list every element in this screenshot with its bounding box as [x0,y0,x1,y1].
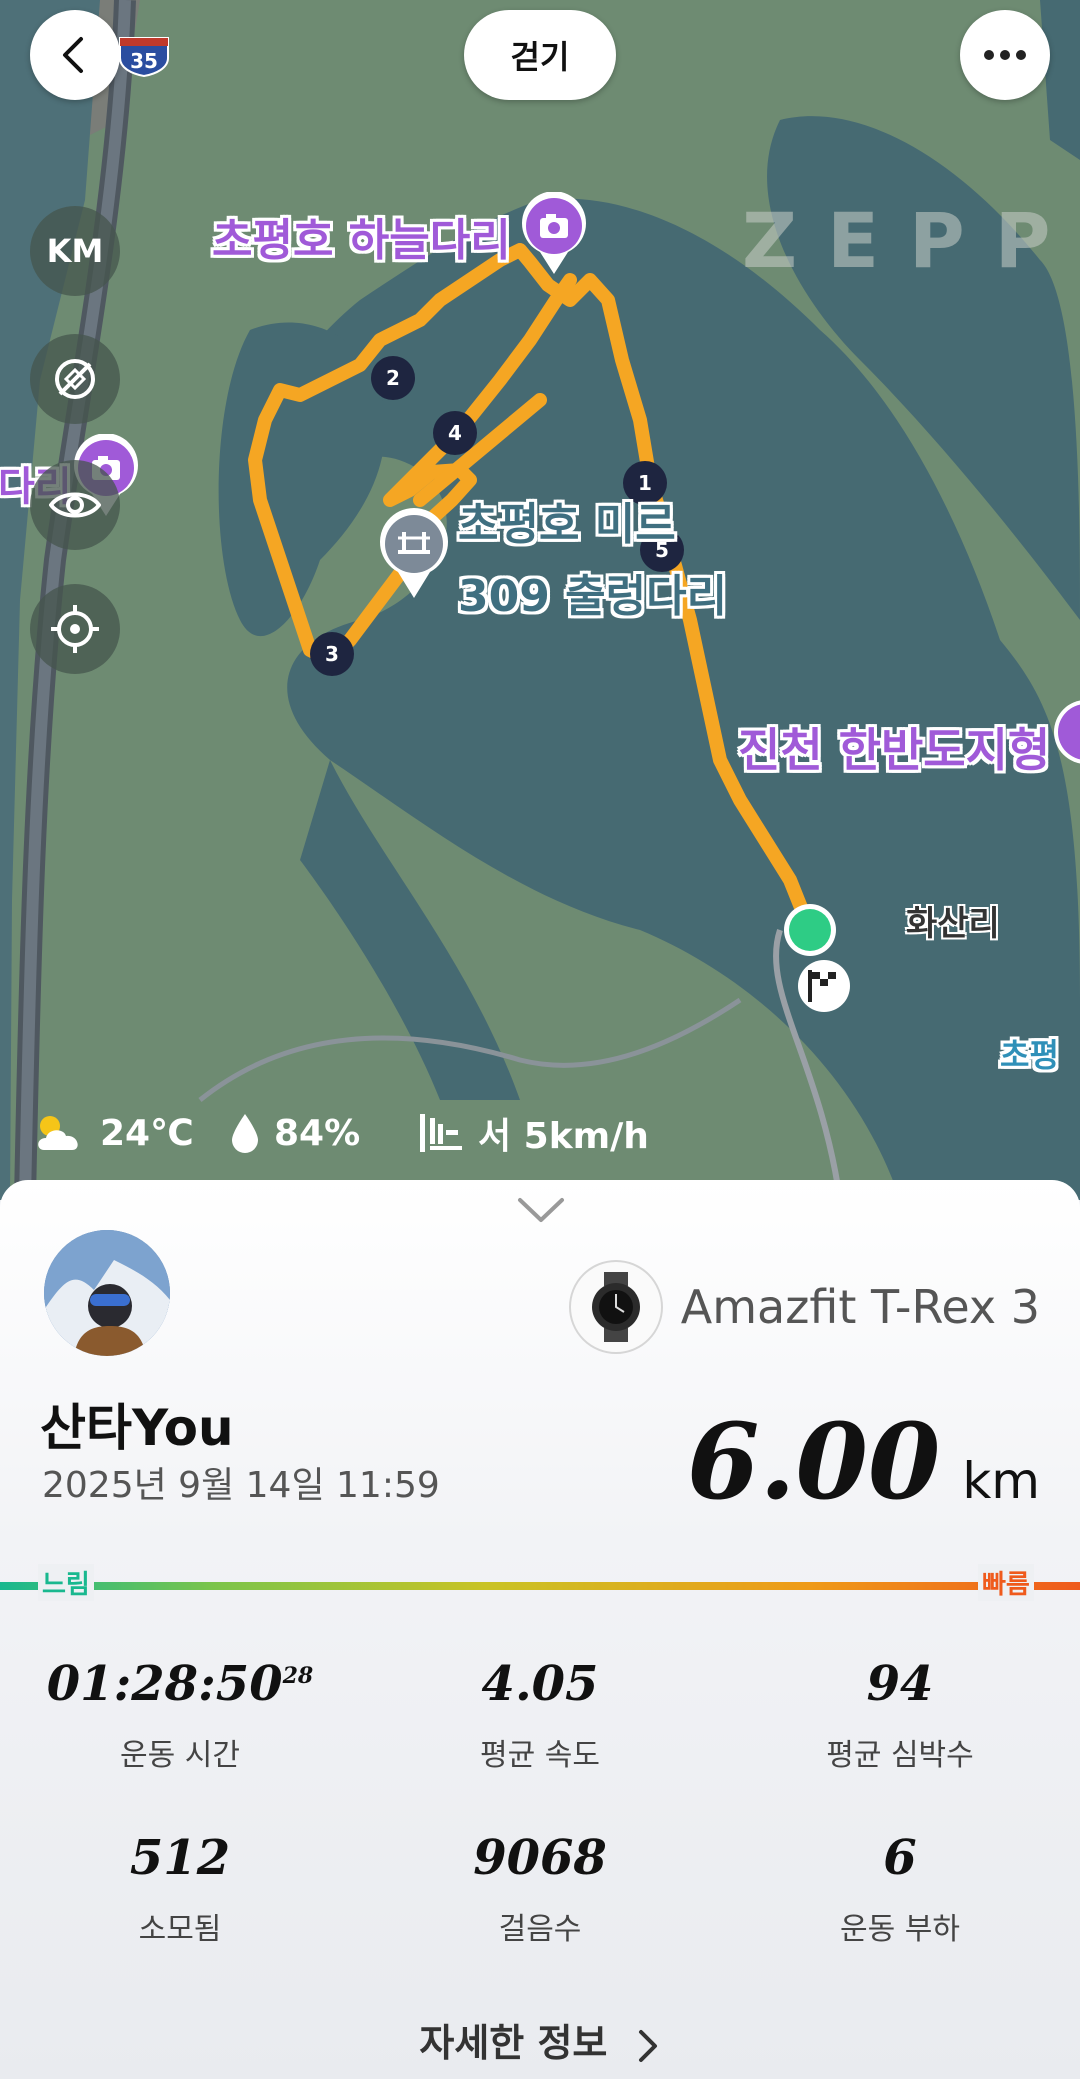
humidity-value: 84% [274,1112,361,1154]
poi-label-mireu-bridge-line2: 309 출렁다리 [458,571,728,622]
hide-route-button[interactable] [30,334,120,424]
back-arrow-icon [63,37,83,73]
weather-temperature: 24℃ [34,1108,194,1158]
more-dots-icon [984,50,1026,60]
stat-training-load-label: 운동 부하 [840,1912,960,1947]
speed-gradient-bar [0,1582,1080,1590]
watch-icon [568,1260,663,1354]
collapse-chevron-icon[interactable] [516,1196,566,1224]
device-name: Amazfit T-Rex 3 [680,1280,1040,1334]
poi-label-mireu-bridge-line1: 초평호 미르 [458,499,676,550]
stat-avg-heart-rate: 94 평균 심박수 [750,1656,1050,1774]
stat-avg-speed-value: 4.05 [481,1656,599,1712]
more-options-button[interactable] [960,10,1050,100]
wind-flag-icon [420,1114,462,1152]
back-button[interactable] [30,10,120,100]
activity-type-pill[interactable]: 걷기 [464,10,616,100]
stat-training-load-value: 6 [883,1830,917,1886]
stat-calories-label: 소모됨 [138,1912,222,1947]
distance-unit: km [962,1452,1040,1510]
stat-steps: 9068 걸음수 [390,1830,690,1948]
camera-poi-icon[interactable] [1052,698,1080,782]
hide-route-icon [55,359,95,399]
zepp-watermark: ZEPP [742,196,1080,285]
weather-wind: 서 5km/h [418,1108,649,1158]
svg-text:2: 2 [386,366,400,390]
stat-duration: 01:28:5028 운동 시간 [30,1656,330,1774]
highway-shield-icon: 35 [119,37,169,78]
map-label-edge: 초평 [1000,1036,1059,1074]
temperature-value: 24℃ [100,1112,194,1154]
stat-duration-value: 01:28:50 [46,1656,283,1712]
distance-value: 6.00 [687,1400,941,1523]
more-details-label: 자세한 정보 [419,2021,608,2065]
svg-text:4: 4 [448,421,462,445]
stat-calories-value: 512 [129,1830,231,1886]
svg-text:3: 3 [325,642,339,666]
stat-duration-label: 운동 시간 [120,1738,240,1773]
speed-slow-label: 느림 [38,1564,94,1601]
stat-avg-speed-label: 평균 속도 [480,1738,600,1773]
svg-text:35: 35 [130,49,158,73]
poi-label-hanbando: 진천 한반도지형 [738,723,1051,777]
partly-cloudy-icon [38,1116,78,1150]
chevron-right-icon [638,2029,657,2062]
more-details-button[interactable]: 자세한 정보 [0,2012,1080,2067]
crosshair-icon [51,605,99,653]
stat-avg-heart-rate-label: 평균 심박수 [826,1738,974,1773]
poi-label-sky-bridge: 초평호 하늘다리 [212,215,511,266]
device-info[interactable]: Amazfit T-Rex 3 [568,1260,1040,1354]
stat-avg-heart-rate-value: 94 [866,1656,934,1712]
activity-date: 2025년 9월 14일 11:59 [42,1465,440,1506]
wind-value: 서 5km/h [478,1116,649,1157]
unit-toggle-button[interactable]: KM [30,206,120,296]
stat-avg-speed: 4.05 평균 속도 [390,1656,690,1774]
humidity-drop-icon [232,1114,258,1153]
locate-button[interactable] [30,584,120,674]
speed-fast-label: 빠름 [978,1564,1034,1601]
bridge-poi-icon[interactable] [378,508,450,600]
avatar[interactable] [44,1230,170,1356]
total-distance: 6.00 km [687,1400,1040,1523]
stat-training-load: 6 운동 부하 [750,1830,1050,1948]
avatar-image [44,1230,170,1356]
camera-poi-icon[interactable] [520,192,588,276]
stat-calories: 512 소모됨 [30,1830,330,1948]
map-label-village: 화산리 [906,904,1000,944]
stat-steps-label: 걸음수 [498,1912,582,1947]
visibility-button[interactable] [30,460,120,550]
user-name: 산타You [40,1399,234,1457]
stat-steps-value: 9068 [473,1830,607,1886]
route-map[interactable]: 1 2 3 4 5 초평호 하늘다리 초평호 미르 309 출렁다리 진천 한반… [0,0,1080,1200]
eye-icon [49,492,101,518]
weather-humidity: 84% [230,1108,360,1158]
stat-duration-fraction: 28 [282,1663,314,1689]
